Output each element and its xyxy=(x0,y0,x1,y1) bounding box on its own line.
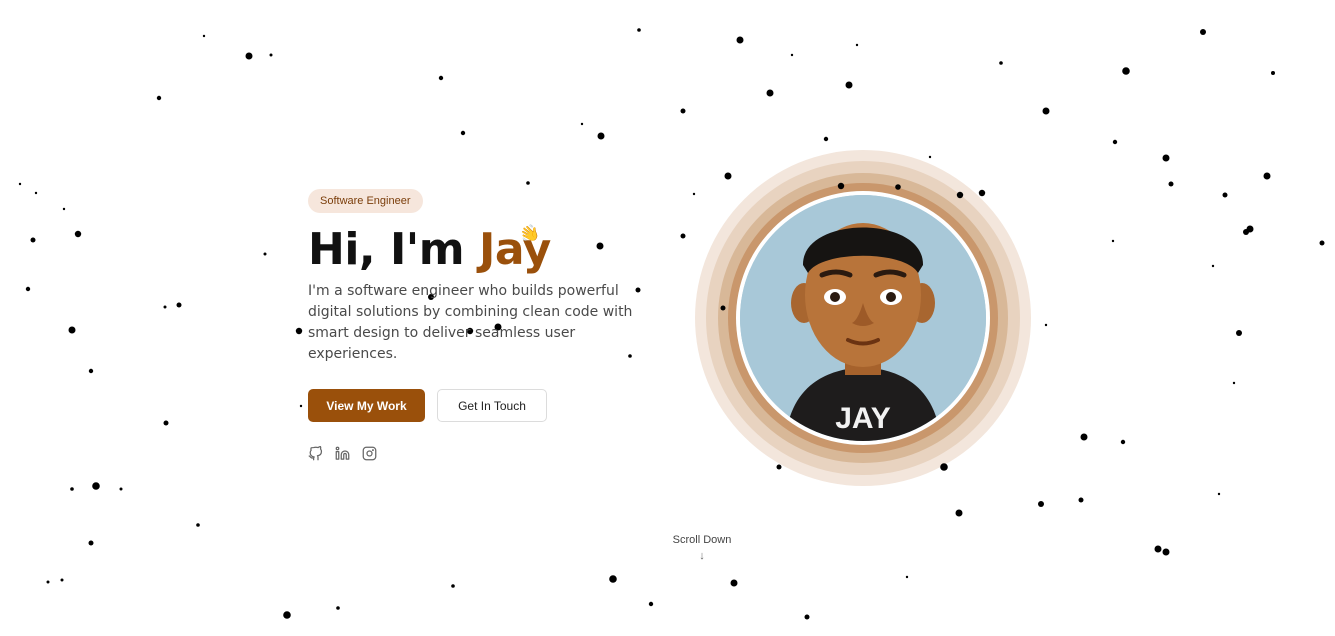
particle-dot xyxy=(299,404,303,408)
scroll-down-indicator[interactable]: Scroll Down ↓ xyxy=(652,534,752,562)
particle-dot xyxy=(999,61,1003,65)
particle-dot xyxy=(74,230,82,238)
arrow-down-icon: ↓ xyxy=(699,550,705,562)
particle-dot xyxy=(196,523,200,527)
instagram-icon[interactable] xyxy=(362,446,377,461)
particle-dot xyxy=(1111,239,1115,243)
particle-dot xyxy=(269,53,273,57)
particle-dot xyxy=(1211,264,1215,268)
particle-dot xyxy=(1246,225,1254,233)
particle-dot xyxy=(1232,381,1236,385)
particle-dot xyxy=(62,207,66,211)
particle-dot xyxy=(1222,192,1228,198)
particle-dot xyxy=(1243,229,1249,235)
particle-dot xyxy=(1236,330,1242,336)
particle-dot xyxy=(1319,240,1325,246)
particle-dot xyxy=(597,132,605,140)
social-links xyxy=(308,446,668,461)
particle-dot xyxy=(736,36,744,44)
particle-dot xyxy=(955,509,963,517)
particle-dot xyxy=(580,122,584,126)
particle-dot xyxy=(1168,181,1174,187)
particle-dot xyxy=(68,326,76,334)
particle-dot xyxy=(202,34,206,38)
get-in-touch-button[interactable]: Get In Touch xyxy=(437,389,547,422)
particle-dot xyxy=(245,52,253,60)
particle-dot xyxy=(637,28,641,32)
particle-dot xyxy=(163,305,167,309)
particle-dot xyxy=(18,182,22,186)
particle-dot xyxy=(790,53,794,57)
particle-dot xyxy=(25,286,31,292)
particle-dot xyxy=(1162,154,1170,162)
particle-dot xyxy=(823,136,829,142)
particle-dot xyxy=(283,611,291,619)
particle-dot xyxy=(163,420,169,426)
particle-dot xyxy=(60,578,64,582)
avatar-frame: JAY xyxy=(736,191,990,445)
particle-dot xyxy=(295,327,303,335)
particle-dot xyxy=(1044,323,1048,327)
particle-dot xyxy=(30,237,36,243)
particle-dot xyxy=(119,487,123,491)
particle-dot xyxy=(680,108,686,114)
hero-description: I'm a software engineer who builds power… xyxy=(308,283,633,362)
page-title: Hi, I'm Jay 👋 xyxy=(308,221,668,275)
particle-dot xyxy=(88,540,94,546)
particle-dot xyxy=(1112,139,1118,145)
particle-dot xyxy=(1154,545,1162,553)
particle-dot xyxy=(609,575,617,583)
avatar: JAY xyxy=(740,195,986,441)
particle-dot xyxy=(526,181,530,185)
shirt-text: JAY xyxy=(835,402,891,435)
particle-dot xyxy=(176,302,182,308)
particle-dot xyxy=(88,368,94,374)
particle-dot xyxy=(855,43,859,47)
particle-dot xyxy=(451,584,455,588)
particle-dot xyxy=(648,601,654,607)
particle-dot xyxy=(263,252,267,256)
github-icon[interactable] xyxy=(308,446,323,461)
particle-dot xyxy=(905,575,909,579)
particle-dot xyxy=(1080,433,1088,441)
particle-dot xyxy=(1078,497,1084,503)
greeting-text: Hi, I'm xyxy=(308,224,479,275)
particle-dot xyxy=(1263,172,1271,180)
particle-dot xyxy=(1120,439,1126,445)
particle-dot xyxy=(1200,29,1206,35)
particle-dot xyxy=(156,95,162,101)
scroll-down-label: Scroll Down xyxy=(672,534,732,546)
particle-dot xyxy=(845,81,853,89)
particle-dot xyxy=(766,89,774,97)
linkedin-icon[interactable] xyxy=(335,446,350,461)
particle-dot xyxy=(1162,548,1170,556)
particle-dot xyxy=(1122,67,1130,75)
particle-dot xyxy=(46,580,50,584)
particle-dot xyxy=(1217,492,1221,496)
particle-dot xyxy=(438,75,444,81)
particle-dot xyxy=(34,191,38,195)
particle-dot xyxy=(336,606,340,610)
particle-dot xyxy=(804,614,810,620)
role-badge: Software Engineer xyxy=(308,189,423,213)
particle-dot xyxy=(92,482,100,490)
avatar-rings: JAY xyxy=(695,150,1031,486)
particle-dot xyxy=(680,233,686,239)
particle-dot xyxy=(730,579,738,587)
particle-dot xyxy=(1271,71,1275,75)
view-my-work-button[interactable]: View My Work xyxy=(308,389,425,422)
particle-dot xyxy=(1038,501,1044,507)
hero-intro: Software Engineer Hi, I'm Jay 👋 I'm a so… xyxy=(308,189,668,461)
particle-dot xyxy=(1042,107,1050,115)
particle-dot xyxy=(460,130,466,136)
particle-dot xyxy=(70,487,74,491)
cta-buttons: View My Work Get In Touch xyxy=(308,389,668,422)
